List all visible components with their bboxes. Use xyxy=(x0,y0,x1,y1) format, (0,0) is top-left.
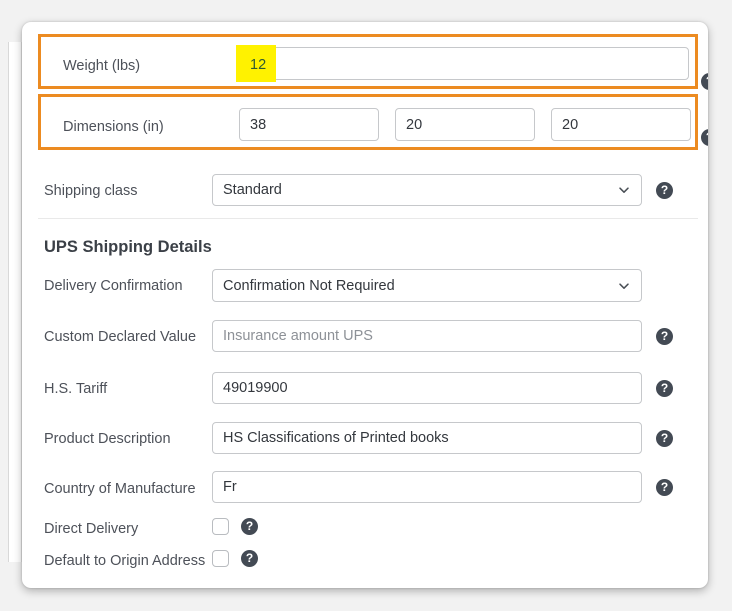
shipping-class-help-icon[interactable]: ? xyxy=(656,182,673,199)
custom-declared-value-input[interactable] xyxy=(212,320,642,352)
direct-delivery-help-icon[interactable]: ? xyxy=(241,518,258,535)
hs-tariff-help-icon[interactable]: ? xyxy=(656,380,673,397)
chevron-down-icon xyxy=(617,183,631,197)
dimensions-length-input[interactable] xyxy=(239,108,379,141)
dimensions-help-icon[interactable]: ? xyxy=(701,129,708,146)
section-divider xyxy=(38,218,698,219)
panel-left-edge xyxy=(8,42,22,562)
dimensions-height-input[interactable] xyxy=(551,108,691,141)
default-to-origin-address-help-icon[interactable]: ? xyxy=(241,550,258,567)
country-of-manufacture-label: Country of Manufacture xyxy=(44,481,196,497)
dimensions-width-input[interactable] xyxy=(395,108,535,141)
shipping-class-selected-value: Standard xyxy=(223,182,282,198)
delivery-confirmation-label: Delivery Confirmation xyxy=(44,278,183,294)
custom-declared-value-label: Custom Declared Value xyxy=(44,329,197,345)
delivery-confirmation-select[interactable]: Confirmation Not Required xyxy=(212,269,642,302)
product-description-help-icon[interactable]: ? xyxy=(656,430,673,447)
country-of-manufacture-input[interactable] xyxy=(212,471,642,503)
default-to-origin-address-label: Default to Origin Address xyxy=(44,553,206,569)
dimensions-highlight-box: Dimensions (in) xyxy=(38,94,698,150)
country-of-manufacture-help-icon[interactable]: ? xyxy=(656,479,673,496)
custom-declared-value-help-icon[interactable]: ? xyxy=(656,328,673,345)
hs-tariff-input[interactable] xyxy=(212,372,642,404)
hs-tariff-label: H.S. Tariff xyxy=(44,381,108,397)
direct-delivery-checkbox[interactable] xyxy=(212,518,229,535)
default-to-origin-address-checkbox[interactable] xyxy=(212,550,229,567)
chevron-down-icon xyxy=(617,279,631,293)
direct-delivery-label: Direct Delivery xyxy=(44,521,139,537)
weight-value-highlighted-text: 12 xyxy=(250,57,267,73)
weight-label: Weight (lbs) xyxy=(63,58,141,74)
dimensions-label: Dimensions (in) xyxy=(63,119,164,135)
product-description-label: Product Description xyxy=(44,431,171,447)
weight-help-icon[interactable]: ? xyxy=(701,73,708,90)
weight-highlight-box: Weight (lbs) 12 xyxy=(38,34,698,89)
weight-input[interactable] xyxy=(239,47,689,80)
ups-shipping-details-heading: UPS Shipping Details xyxy=(44,238,212,256)
shipping-settings-card: Weight (lbs) 12 ? Dimensions (in) ? Ship… xyxy=(22,22,708,588)
product-description-input[interactable] xyxy=(212,422,642,454)
delivery-confirmation-selected-value: Confirmation Not Required xyxy=(223,277,395,294)
shipping-class-select[interactable]: Standard xyxy=(212,174,642,206)
screen: Weight (lbs) 12 ? Dimensions (in) ? Ship… xyxy=(0,0,732,611)
shipping-class-label: Shipping class xyxy=(44,183,138,199)
